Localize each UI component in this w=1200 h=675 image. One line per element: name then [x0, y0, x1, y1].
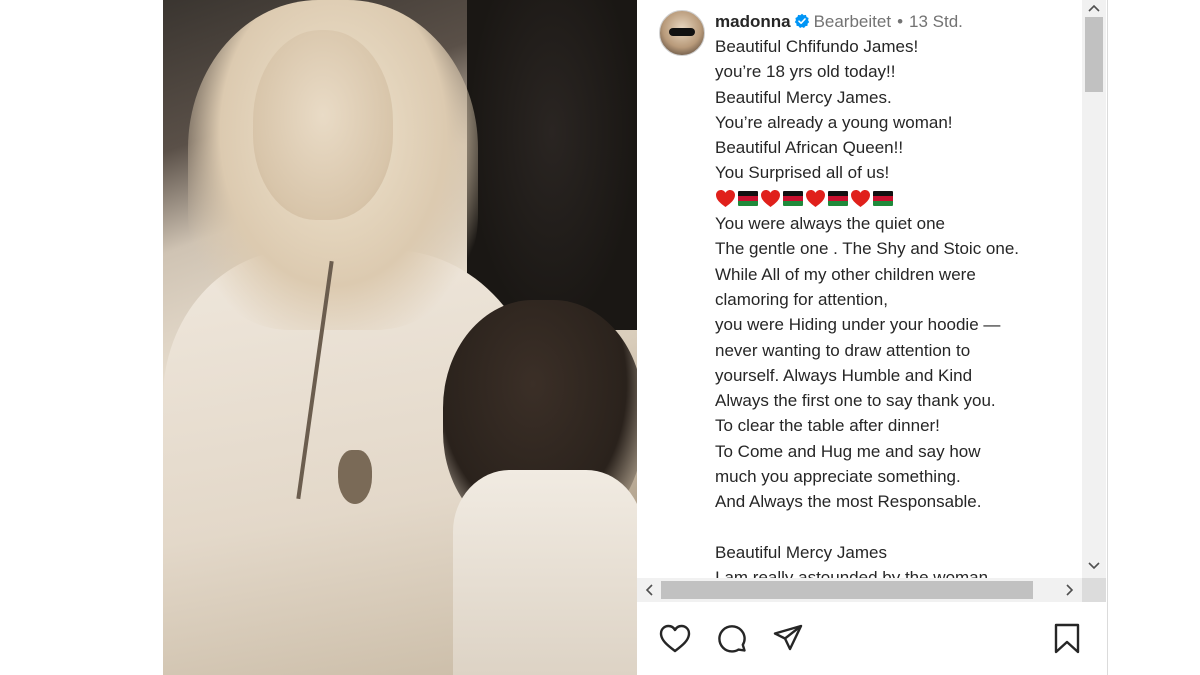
caption-line: Beautiful Mercy James. [715, 87, 892, 107]
heart-emoji-icon [851, 189, 870, 207]
heart-emoji-icon [761, 189, 780, 207]
heart-emoji-icon [716, 189, 735, 207]
actions-bar [637, 602, 1107, 675]
comment-button[interactable] [715, 622, 749, 656]
emoji-row [715, 186, 1085, 211]
avatar-glasses [669, 28, 695, 36]
caption-line: yourself. Always Humble and Kind [715, 365, 973, 385]
scroll-down-icon[interactable] [1082, 558, 1106, 574]
vertical-scroll-thumb[interactable] [1085, 17, 1103, 92]
caption-line: Always the first one to say thank you. [715, 391, 996, 411]
malawi-flag-icon [828, 190, 848, 206]
caption-line: To clear the table after dinner! [715, 416, 940, 436]
caption-line: The gentle one . The Shy and Stoic one. [715, 239, 1020, 259]
heart-icon [659, 624, 691, 653]
caption-line: Beautiful Chfifundo James! [715, 37, 919, 56]
caption-line: And Always the most Responsable. [715, 492, 982, 512]
verified-badge-icon [794, 13, 809, 28]
caption-line: clamoring for attention, [715, 289, 888, 309]
share-icon [773, 624, 803, 651]
caption-line: Beautiful African Queen!! [715, 138, 904, 158]
caption-line: Beautiful Mercy James [715, 542, 887, 562]
comment-icon [718, 625, 746, 653]
photo-pendant [338, 450, 372, 504]
horizontal-scroll-thumb[interactable] [661, 581, 1033, 599]
vertical-scrollbar[interactable] [1082, 0, 1106, 578]
separator-dot: • [897, 12, 904, 31]
heart-emoji-icon [806, 189, 825, 207]
post-panel: madonna Bearbeitet • 13 Std. Beautiful Chfi… [637, 0, 1108, 675]
photo-background [467, 0, 637, 330]
caption-line: You Surprised all of us! [715, 163, 890, 183]
scrollbar-corner [1082, 578, 1106, 602]
caption-line: You’re already a young woman! [715, 112, 953, 132]
post-header: madonna Bearbeitet • 13 Std. [715, 12, 963, 32]
caption-line: you were Hiding under your hoodie — [715, 315, 1001, 335]
caption-line [715, 515, 1085, 540]
caption-line: you’re 18 yrs old today!! [715, 62, 896, 82]
avatar[interactable] [659, 10, 705, 56]
save-button[interactable] [1050, 622, 1084, 656]
photo-face [253, 30, 393, 220]
caption-line: To Come and Hug me and say how [715, 441, 981, 461]
scroll-up-icon[interactable] [1082, 0, 1106, 16]
share-button[interactable] [771, 622, 805, 656]
caption-line: You were always the quiet one [715, 214, 945, 234]
caption: Beautiful Chfifundo James! you’re 18 yrs … [715, 34, 1085, 579]
edited-label: Bearbeitet [813, 12, 892, 31]
scroll-left-icon[interactable] [639, 578, 659, 602]
photo-blanket [453, 470, 637, 675]
username-link[interactable]: madonna [715, 12, 791, 31]
caption-line: I am really astounded by the woman [715, 568, 989, 579]
horizontal-scrollbar[interactable] [637, 578, 1082, 602]
like-button[interactable] [658, 622, 692, 656]
malawi-flag-icon [783, 190, 803, 206]
malawi-flag-icon [873, 190, 893, 206]
post-photo[interactable] [163, 0, 637, 675]
bookmark-icon [1054, 623, 1080, 654]
caption-line: never wanting to draw attention to [715, 340, 971, 360]
scroll-right-icon[interactable] [1060, 578, 1080, 602]
caption-line: much you appreciate something. [715, 467, 961, 487]
malawi-flag-icon [738, 190, 758, 206]
caption-line: While All of my other children were [715, 264, 976, 284]
post-time[interactable]: 13 Std. [909, 12, 963, 31]
